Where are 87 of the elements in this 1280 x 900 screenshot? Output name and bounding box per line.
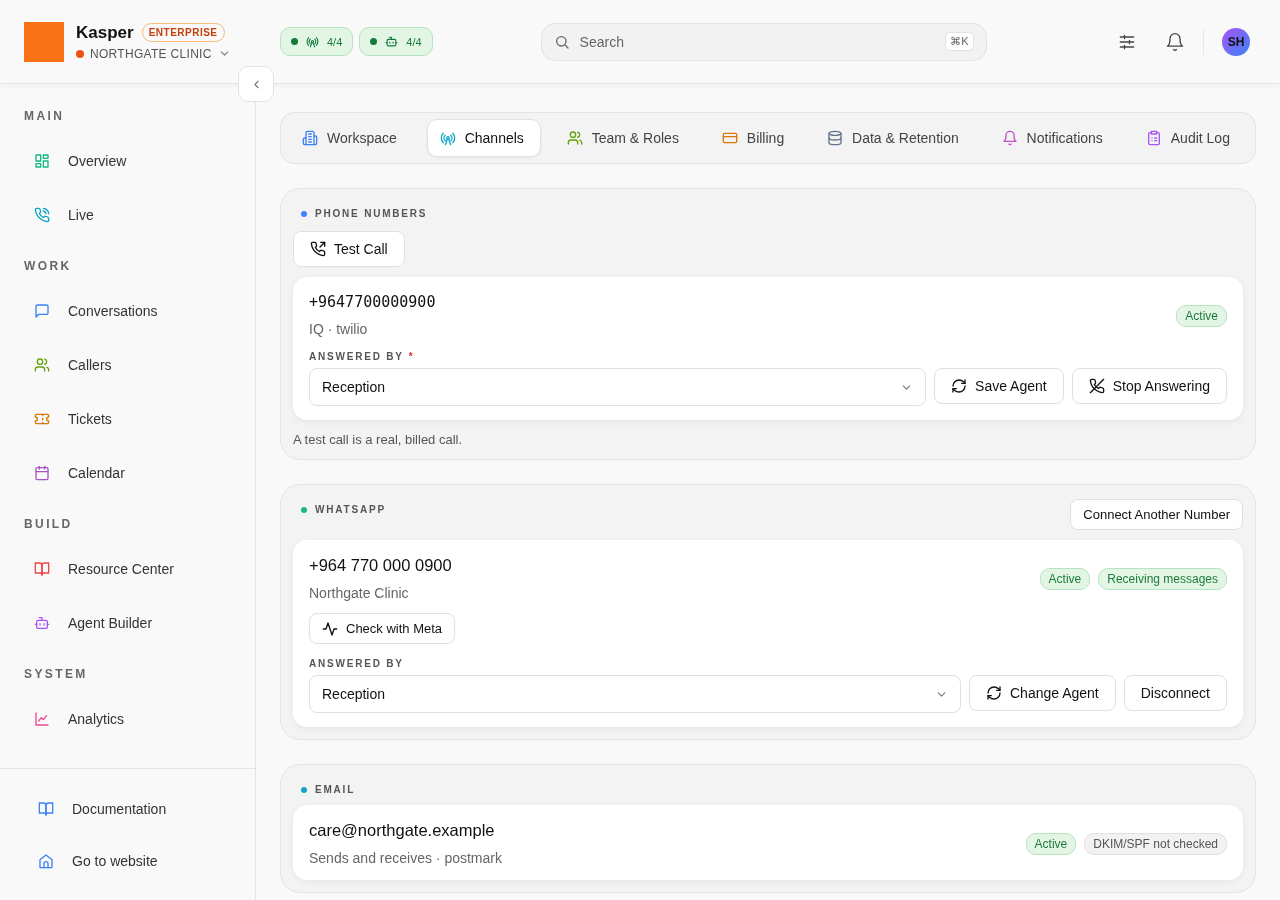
nav-item[interactable]: Calendar <box>24 446 255 500</box>
nav-item[interactable]: Conversations <box>24 284 255 338</box>
search-icon <box>553 33 570 50</box>
status-pill[interactable]: 4/4 <box>280 27 354 56</box>
book-icon <box>34 561 50 577</box>
chat-icon <box>34 303 50 319</box>
channel-subtitle: Northgate Clinic <box>309 585 410 601</box>
section-note: A test call is a real, billed call. <box>293 432 464 447</box>
action-button[interactable]: Change Agent <box>969 675 1116 711</box>
phone-off-icon <box>1088 378 1105 394</box>
clipboard-icon <box>1145 130 1162 146</box>
channel-address: +9647700000900 <box>309 293 436 311</box>
status-badge: Receiving messages <box>1098 568 1227 590</box>
status-badge: Active <box>1039 568 1091 590</box>
org-status-dot <box>76 49 84 58</box>
action-button[interactable]: Disconnect <box>1123 675 1227 711</box>
status-pill[interactable]: 4/4 <box>359 27 433 56</box>
search-input[interactable]: Search <box>577 32 938 51</box>
tab[interactable]: Workspace <box>289 119 414 157</box>
home-icon <box>38 853 54 869</box>
pulse-icon <box>322 620 338 637</box>
check-button[interactable]: Check with Meta <box>309 613 456 644</box>
status-dot <box>291 38 298 45</box>
section-title: EMAIL <box>315 784 356 795</box>
tab[interactable]: Team & Roles <box>553 119 696 157</box>
connect-button[interactable]: Connect Another Number <box>1070 499 1243 530</box>
building-icon <box>302 130 318 146</box>
field-label: ANSWERED BY * <box>309 351 416 362</box>
antenna-icon <box>306 35 319 48</box>
channel-address: +964 770 000 0900 <box>309 556 452 575</box>
agent-select[interactable]: Reception <box>309 675 961 713</box>
database-icon <box>827 130 844 146</box>
nav-item[interactable]: Tickets <box>24 392 255 446</box>
ticket-icon <box>34 411 50 427</box>
nav-section-title: WORK <box>24 259 73 273</box>
brand-name: Kasper <box>76 22 134 43</box>
action-button[interactable]: Stop Answering <box>1071 368 1227 404</box>
notifications-icon[interactable] <box>1165 31 1185 52</box>
nav-item[interactable]: Overview <box>24 134 255 188</box>
refresh-icon <box>986 685 1002 701</box>
user-avatar[interactable]: SH <box>1222 27 1250 56</box>
chart-icon <box>34 711 50 727</box>
section-title: PHONE NUMBERS <box>315 208 428 219</box>
search-field[interactable]: Search ⌘K <box>540 22 987 61</box>
field-label: ANSWERED BY <box>309 658 405 669</box>
channel-address: care@northgate.example <box>309 821 496 840</box>
users-icon <box>34 357 50 373</box>
robot-icon <box>385 35 399 48</box>
channel-subtitle: IQ · twilio <box>309 321 369 337</box>
book-icon <box>38 801 54 817</box>
bell-icon <box>1001 130 1018 146</box>
test-call-button[interactable]: Test Call <box>293 231 405 267</box>
channel-subtitle: Sends and receives · postmark <box>309 850 502 866</box>
nav-item[interactable]: Go to website <box>38 835 255 887</box>
nav-section-title: MAIN <box>24 109 66 123</box>
nav-item[interactable]: Agent Builder <box>24 596 255 650</box>
nav-item[interactable]: Documentation <box>38 783 255 835</box>
nav-item[interactable]: Analytics <box>24 692 255 746</box>
tab[interactable]: Data & Retention <box>814 119 976 157</box>
status-badge: DKIM/SPF not checked <box>1084 833 1227 855</box>
status-dot <box>370 38 378 45</box>
agent-select[interactable]: Reception <box>309 368 927 406</box>
nav-item[interactable]: Resource Center <box>24 542 255 596</box>
phone-icon <box>34 207 50 223</box>
tab[interactable]: Audit Log <box>1132 119 1247 157</box>
shortcut-hint: ⌘K <box>945 32 974 51</box>
calendar-icon <box>34 465 50 481</box>
tab[interactable]: Billing <box>708 119 802 157</box>
org-switcher[interactable]: NORTHGATE CLINIC <box>76 46 231 61</box>
credit-card-icon <box>721 130 738 146</box>
tab[interactable]: Channels <box>426 119 541 157</box>
dashboard-icon <box>34 153 50 169</box>
antenna-icon <box>439 130 456 146</box>
action-button[interactable]: Save Agent <box>934 368 1064 404</box>
phone-icon <box>310 241 326 257</box>
users-icon <box>566 130 583 146</box>
robot-icon <box>34 615 50 631</box>
nav-item[interactable]: Callers <box>24 338 255 392</box>
status-badge: Active <box>1025 833 1077 855</box>
nav-section-title: BUILD <box>24 517 74 531</box>
nav-item[interactable]: Live <box>24 188 255 242</box>
tab[interactable]: Notifications <box>988 119 1120 157</box>
section-title: WHATSAPP <box>315 504 386 515</box>
nav-section-title: SYSTEM <box>24 667 89 681</box>
refresh-icon <box>951 378 968 394</box>
status-badge: Active <box>1176 305 1227 327</box>
logo-square <box>24 21 64 62</box>
